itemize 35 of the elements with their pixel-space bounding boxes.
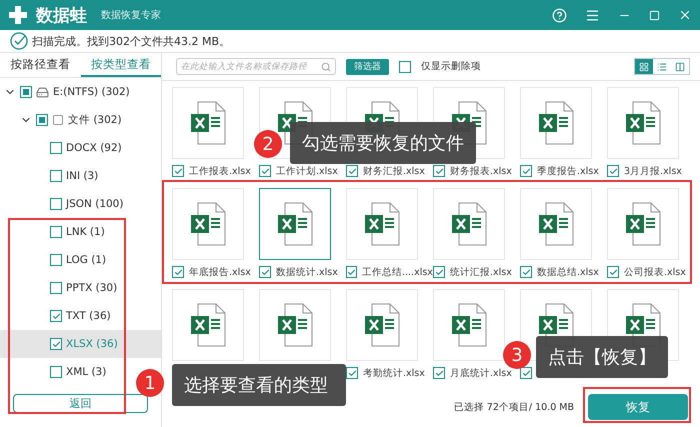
file-name: 工作计划.xlsx — [276, 164, 338, 178]
tree-label: TXT (36) — [66, 310, 111, 322]
file-name: 财务汇报.xlsx — [363, 164, 425, 178]
checkbox-label: 仅显示删除项 — [421, 60, 481, 73]
tree-label: XLSX (36) — [66, 338, 118, 350]
tree-label: LNK (1) — [66, 226, 105, 238]
tree-label: XML (3) — [66, 366, 106, 378]
tree-label: INI (3) — [66, 170, 98, 182]
callout-tooltip: 点击【恢复】 — [536, 336, 668, 378]
tree-label: E:(NTFS) (302) — [53, 86, 130, 98]
tree-label: JSON (100) — [66, 198, 124, 210]
file-name: 年底报告.xlsx — [189, 266, 251, 278]
file-name: 3月月报.xlsx — [624, 164, 682, 178]
file-name: 统计汇报.xlsx — [450, 266, 512, 278]
step-badge: 1 — [136, 369, 164, 397]
file-name: 数据总结.xlsx — [537, 266, 599, 278]
file-name: 公司报表.xlsx — [624, 266, 686, 278]
file-name: 数据统计.xlsx — [276, 266, 338, 278]
file-name: 工作报表.xlsx — [189, 164, 251, 178]
file-name: 季度报告.xlsx — [537, 164, 599, 178]
file-name: 月底统计.xlsx — [450, 366, 512, 380]
file-name: 考勤统计.xlsx — [363, 366, 425, 380]
tree-label: DOCX (92) — [66, 142, 122, 154]
file-name: 工作总结....xlsx — [362, 266, 433, 278]
callout-tooltip: 选择要查看的类型 — [172, 364, 346, 406]
tree-label: PPTX (30) — [66, 282, 118, 294]
step-badge: 3 — [503, 341, 531, 369]
tree-label: 文件 (302) — [68, 113, 122, 127]
selection-summary: 已选择 72个项目/ 10.0 MB — [454, 400, 574, 414]
callout-tooltip: 勾选需要恢复的文件 — [290, 122, 476, 164]
app-name: 数据蛙 — [36, 4, 87, 26]
file-name: 财务报表.xlsx — [450, 164, 512, 178]
app-subtitle: 数据恢复专家 — [101, 8, 161, 22]
scan-status: 扫描完成。找到302个文件共43.2 MB。 — [32, 34, 230, 48]
tree-label: LOG (1) — [66, 254, 106, 266]
